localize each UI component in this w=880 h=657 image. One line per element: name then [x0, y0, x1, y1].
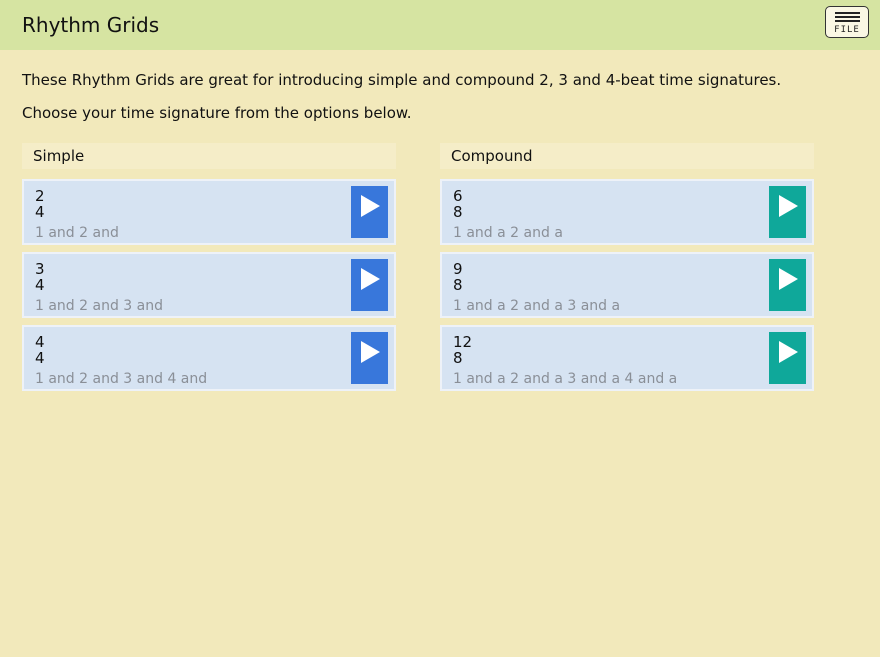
time-signature-top: 3 — [35, 260, 45, 278]
page-title: Rhythm Grids — [22, 13, 160, 37]
compound-column: Compound 6 8 1 and a 2 and a 9 8 1 and a… — [440, 143, 814, 391]
file-menu-button[interactable]: FILE — [825, 6, 869, 38]
time-signature-card-9-8[interactable]: 9 8 1 and a 2 and a 3 and a — [440, 252, 814, 318]
header-bar: Rhythm Grids FILE — [0, 0, 880, 50]
counting-text: 1 and a 2 and a 3 and a — [453, 298, 621, 314]
play-button[interactable] — [351, 259, 388, 311]
simple-heading: Simple — [22, 143, 396, 169]
time-signature-bottom: 8 — [453, 276, 463, 294]
play-button[interactable] — [769, 259, 806, 311]
time-signature-bottom: 4 — [35, 276, 45, 294]
compound-heading: Compound — [440, 143, 814, 169]
counting-text: 1 and a 2 and a 3 and a 4 and a — [453, 371, 678, 387]
play-button[interactable] — [769, 332, 806, 384]
time-signature-card-12-8[interactable]: 12 8 1 and a 2 and a 3 and a 4 and a — [440, 325, 814, 391]
intro-text: These Rhythm Grids are great for introdu… — [22, 71, 782, 89]
time-signature-bottom: 8 — [453, 203, 463, 221]
play-icon — [779, 268, 798, 290]
counting-text: 1 and 2 and 3 and — [35, 298, 163, 314]
play-button[interactable] — [769, 186, 806, 238]
time-signature-card-2-4[interactable]: 2 4 1 and 2 and — [22, 179, 396, 245]
time-signature-top: 2 — [35, 187, 45, 205]
instruction-text: Choose your time signature from the opti… — [22, 104, 412, 122]
time-signature-bottom: 4 — [35, 349, 45, 367]
time-signature-card-6-8[interactable]: 6 8 1 and a 2 and a — [440, 179, 814, 245]
play-button[interactable] — [351, 186, 388, 238]
counting-text: 1 and 2 and 3 and 4 and — [35, 371, 208, 387]
file-label: FILE — [834, 25, 860, 35]
play-icon — [361, 195, 380, 217]
play-icon — [361, 341, 380, 363]
time-signature-card-4-4[interactable]: 4 4 1 and 2 and 3 and 4 and — [22, 325, 396, 391]
time-signature-top: 9 — [453, 260, 463, 278]
hamburger-menu-icon — [835, 12, 860, 24]
time-signature-card-3-4[interactable]: 3 4 1 and 2 and 3 and — [22, 252, 396, 318]
counting-text: 1 and 2 and — [35, 225, 119, 241]
play-button[interactable] — [351, 332, 388, 384]
time-signature-top: 12 — [453, 333, 473, 351]
play-icon — [779, 195, 798, 217]
time-signature-bottom: 4 — [35, 203, 45, 221]
simple-column: Simple 2 4 1 and 2 and 3 4 1 and 2 and 3… — [22, 143, 396, 391]
play-icon — [779, 341, 798, 363]
play-icon — [361, 268, 380, 290]
time-signature-top: 6 — [453, 187, 463, 205]
time-signature-bottom: 8 — [453, 349, 463, 367]
counting-text: 1 and a 2 and a — [453, 225, 563, 241]
time-signature-top: 4 — [35, 333, 45, 351]
